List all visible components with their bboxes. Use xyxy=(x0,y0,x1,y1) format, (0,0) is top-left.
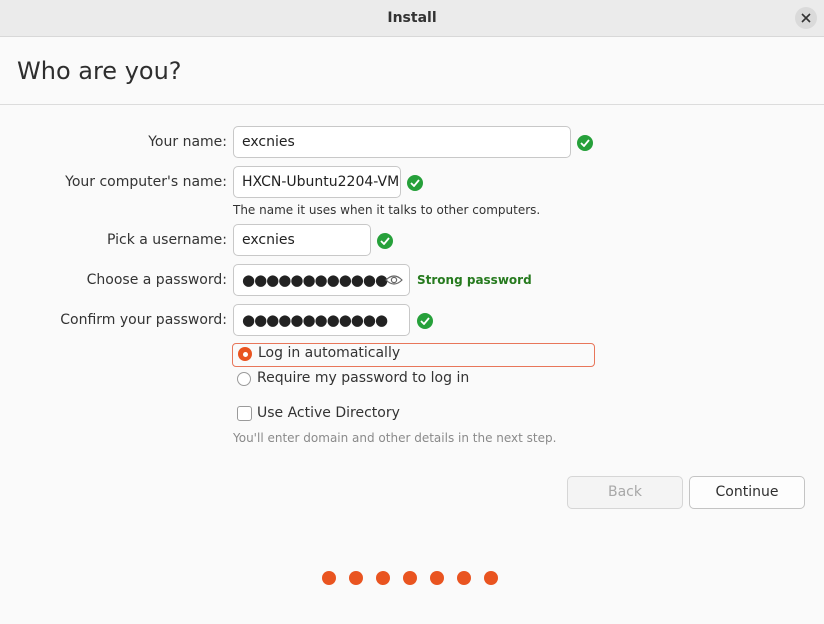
progress-dot xyxy=(349,571,363,585)
title-bar: Install xyxy=(0,0,824,37)
name-valid-icon xyxy=(577,135,593,151)
computer-name-hint: The name it uses when it talks to other … xyxy=(233,203,541,217)
radio-label: Require my password to log in xyxy=(257,370,470,386)
confirm-password-input[interactable]: ●●●●●●●●●●●● xyxy=(233,304,410,336)
close-button[interactable] xyxy=(795,7,817,29)
computer-name-valid-icon xyxy=(407,175,423,191)
confirm-password-valid-icon xyxy=(417,313,433,329)
username-valid-icon xyxy=(377,233,393,249)
username-label: Pick a username: xyxy=(106,232,227,248)
progress-dot xyxy=(430,571,444,585)
radio-unselected[interactable] xyxy=(237,372,251,386)
page-header: Who are you? xyxy=(0,37,824,105)
computer-name-input[interactable]: HXCN-Ubuntu2204-VM xyxy=(233,166,401,198)
password-label: Choose a password: xyxy=(86,272,227,288)
computer-name-label: Your computer's name: xyxy=(65,174,227,190)
progress-dot xyxy=(403,571,417,585)
back-button[interactable]: Back xyxy=(567,476,683,509)
confirm-password-label: Confirm your password: xyxy=(60,312,227,328)
active-directory-label: Use Active Directory xyxy=(257,405,400,421)
eye-icon[interactable] xyxy=(385,273,403,287)
continue-button[interactable]: Continue xyxy=(689,476,805,509)
progress-dot xyxy=(376,571,390,585)
name-input[interactable]: excnies xyxy=(233,126,571,158)
close-icon xyxy=(801,13,811,23)
active-directory-hint: You'll enter domain and other details in… xyxy=(233,431,557,445)
username-input[interactable]: excnies xyxy=(233,224,371,256)
radio-require-password[interactable]: Require my password to log in xyxy=(232,369,532,393)
window-title: Install xyxy=(387,10,437,26)
radio-label: Log in automatically xyxy=(258,345,401,361)
progress-dot xyxy=(457,571,471,585)
radio-selected[interactable] xyxy=(238,347,252,361)
active-directory-checkbox[interactable] xyxy=(237,406,252,421)
name-label: Your name: xyxy=(148,134,227,150)
page-title: Who are you? xyxy=(17,57,182,85)
progress-dot xyxy=(322,571,336,585)
progress-dot xyxy=(484,571,498,585)
password-strength: Strong password xyxy=(417,273,532,287)
radio-login-automatically[interactable]: Log in automatically xyxy=(232,343,595,367)
password-input[interactable]: ●●●●●●●●●●●● xyxy=(233,264,410,296)
